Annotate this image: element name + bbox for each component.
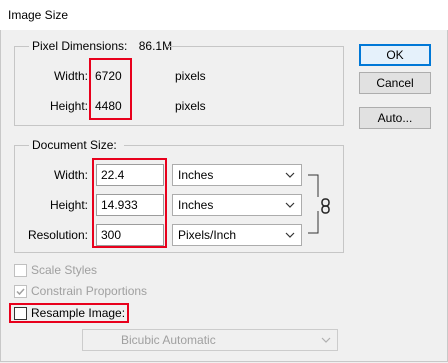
checkmark-icon bbox=[16, 288, 25, 296]
ok-button[interactable]: OK bbox=[359, 44, 431, 66]
resample-highlight bbox=[9, 303, 129, 323]
chevron-down-icon bbox=[285, 172, 295, 178]
pixel-height-unit: pixels bbox=[175, 99, 206, 113]
pixel-dimensions-top-border-left bbox=[14, 46, 29, 47]
doc-height-unit-select[interactable]: Inches bbox=[172, 194, 302, 216]
chevron-down-icon bbox=[285, 202, 295, 208]
doc-height-label: Height: bbox=[49, 198, 88, 212]
resolution-label: Resolution: bbox=[27, 228, 88, 242]
document-size-top-border-right bbox=[124, 145, 344, 146]
pixel-width-label: Width: bbox=[53, 69, 88, 83]
chevron-down-icon bbox=[285, 232, 295, 238]
title-bar: Image Size bbox=[0, 0, 448, 30]
document-values-highlight bbox=[92, 158, 167, 248]
pixel-width-unit: pixels bbox=[175, 69, 206, 83]
doc-width-label: Width: bbox=[53, 168, 88, 182]
pixel-height-label: Height: bbox=[49, 99, 88, 113]
chain-link-icon bbox=[321, 198, 330, 214]
pixel-dimensions-top-border-right bbox=[168, 46, 344, 47]
resolution-unit-value: Pixels/Inch bbox=[178, 228, 237, 242]
constrain-proportions-checkbox[interactable] bbox=[14, 285, 27, 298]
pixel-values-highlight bbox=[89, 58, 132, 120]
scale-styles-checkbox[interactable] bbox=[14, 264, 27, 277]
scale-styles-label: Scale Styles bbox=[31, 263, 98, 277]
document-size-top-border-left bbox=[14, 145, 29, 146]
doc-width-unit-value: Inches bbox=[178, 168, 214, 182]
pixel-dimensions-border bbox=[14, 46, 344, 126]
doc-width-unit-select[interactable]: Inches bbox=[172, 164, 302, 186]
resample-method-value: Bicubic Automatic bbox=[121, 333, 216, 347]
auto-button[interactable]: Auto... bbox=[359, 107, 431, 129]
chevron-down-icon bbox=[321, 337, 331, 343]
resolution-unit-select[interactable]: Pixels/Inch bbox=[172, 224, 302, 246]
resample-method-select[interactable]: Bicubic Automatic bbox=[82, 329, 338, 351]
constrain-proportions-label: Constrain Proportions bbox=[31, 284, 148, 298]
window-title: Image Size bbox=[8, 8, 69, 22]
cancel-button[interactable]: Cancel bbox=[359, 72, 431, 94]
doc-height-unit-value: Inches bbox=[178, 198, 214, 212]
